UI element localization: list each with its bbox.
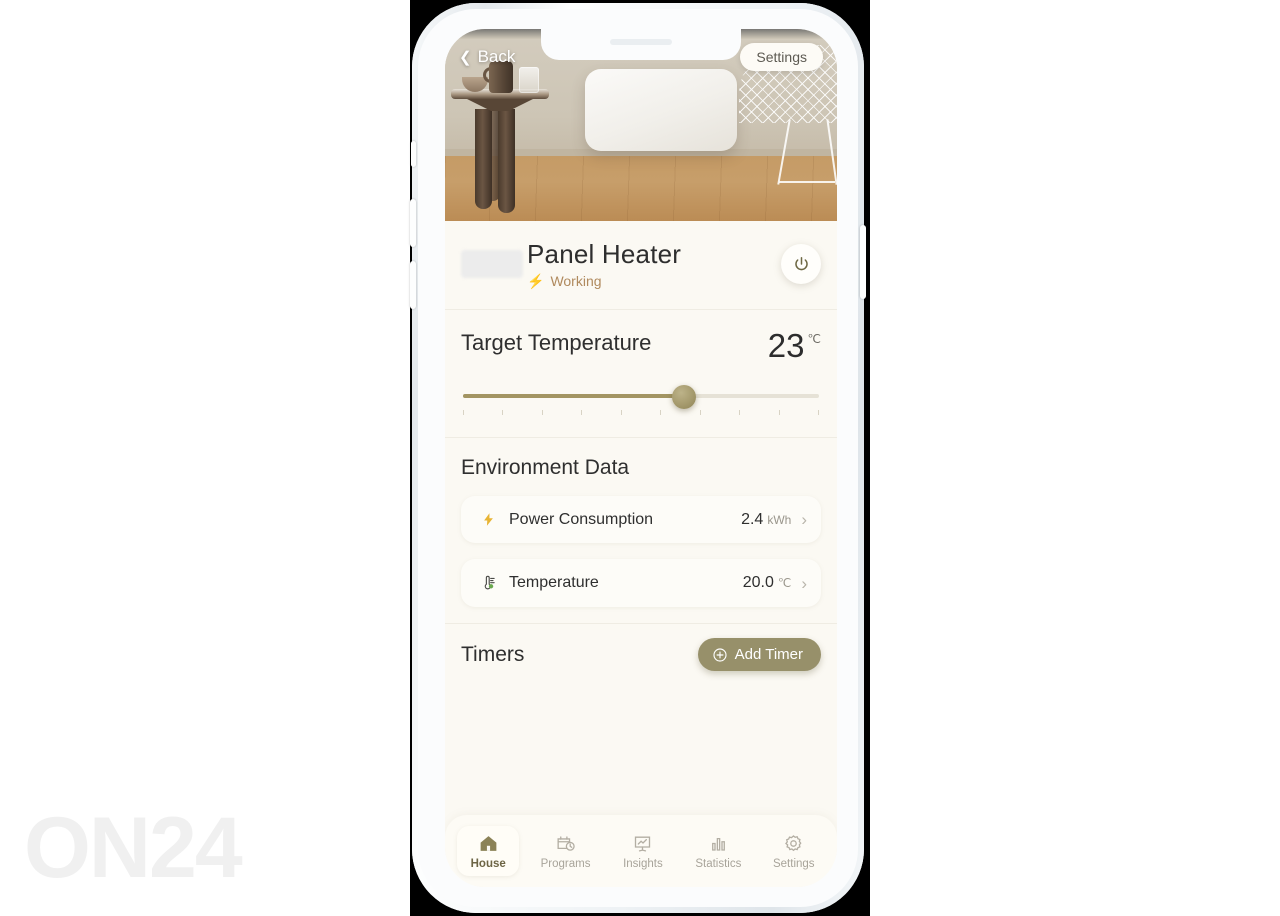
slider-tick bbox=[660, 410, 662, 416]
slider-tick bbox=[739, 410, 741, 416]
target-temperature-section: Target Temperature 23 ℃ bbox=[445, 310, 837, 437]
slider-tick bbox=[581, 410, 583, 416]
power-icon bbox=[794, 256, 808, 270]
drinking-glass bbox=[519, 67, 539, 93]
side-table-leg bbox=[498, 109, 515, 213]
hero-settings-label: Settings bbox=[756, 49, 807, 65]
calendar-clock-icon bbox=[557, 836, 575, 851]
device-status-label: Working bbox=[550, 273, 602, 289]
target-temperature-slider[interactable] bbox=[461, 385, 821, 416]
presentation-chart-icon bbox=[635, 836, 651, 852]
slider-ticks bbox=[463, 410, 819, 416]
environment-row-unit: kWh bbox=[767, 512, 792, 527]
device-meta: Panel Heater ⚡ Working bbox=[527, 239, 781, 289]
slider-tick bbox=[502, 410, 504, 416]
gear-icon bbox=[785, 835, 802, 852]
target-temperature-readout: 23 ℃ bbox=[767, 327, 821, 364]
tab-statistics[interactable]: Statistics bbox=[686, 826, 750, 876]
home-icon bbox=[480, 836, 497, 851]
slider-tick bbox=[699, 410, 701, 416]
watermark-text: ON24 bbox=[24, 800, 243, 896]
tab-insights[interactable]: Insights bbox=[612, 826, 674, 876]
tab-label: Statistics bbox=[695, 858, 742, 870]
slider-tick bbox=[463, 410, 464, 416]
panel-heater-product bbox=[585, 69, 737, 151]
environment-row-value: 2.4 bbox=[741, 510, 764, 528]
timers-title: Timers bbox=[461, 642, 525, 666]
device-name: Panel Heater bbox=[527, 239, 682, 269]
environment-data-title: Environment Data bbox=[461, 456, 630, 480]
target-temperature-value: 23 bbox=[767, 327, 805, 364]
device-detail-content: Panel Heater ⚡ Working Target Temperatur… bbox=[445, 221, 837, 887]
phone-mockup: ❮ Back Settings Panel Heater ⚡ Working T… bbox=[410, 3, 866, 913]
tab-label: Insights bbox=[623, 858, 663, 870]
slider-tick bbox=[541, 410, 543, 416]
power-toggle-button[interactable] bbox=[781, 244, 821, 284]
timers-section: Timers Add Timer bbox=[445, 624, 837, 689]
brand-logo-placeholder bbox=[461, 250, 523, 278]
environment-row-label: Temperature bbox=[509, 574, 599, 592]
tab-label: House bbox=[470, 858, 506, 870]
tab-label: Settings bbox=[772, 858, 815, 870]
hero-settings-button[interactable]: Settings bbox=[740, 43, 823, 71]
thermometer-icon bbox=[475, 573, 501, 593]
slider-tick bbox=[817, 410, 819, 416]
wire-chair-leg bbox=[779, 181, 835, 183]
phone-screen: ❮ Back Settings Panel Heater ⚡ Working T… bbox=[445, 29, 837, 887]
mute-switch-button[interactable] bbox=[411, 141, 416, 167]
wire-chair-leg bbox=[826, 119, 837, 185]
volume-up-button[interactable] bbox=[410, 199, 416, 247]
lightning-bolt-icon: ⚡ bbox=[527, 273, 545, 289]
earpiece-speaker-icon bbox=[610, 39, 672, 45]
slider-thumb[interactable] bbox=[672, 385, 697, 410]
lightning-bolt-icon bbox=[475, 510, 501, 529]
tab-house[interactable]: House bbox=[457, 826, 520, 876]
target-temperature-unit: ℃ bbox=[807, 332, 821, 346]
bottom-tab-bar: House Programs Insights Statistics Setti… bbox=[445, 815, 837, 887]
wire-chair-leg bbox=[777, 119, 791, 185]
bar-chart-icon bbox=[711, 837, 725, 851]
side-power-button[interactable] bbox=[860, 225, 866, 299]
chevron-right-icon: › bbox=[801, 573, 807, 593]
target-temperature-label: Target Temperature bbox=[461, 330, 652, 355]
device-status: ⚡ Working bbox=[527, 273, 781, 289]
volume-down-button[interactable] bbox=[410, 261, 416, 309]
chevron-right-icon: › bbox=[801, 510, 807, 530]
notch bbox=[541, 29, 741, 60]
environment-row-unit: ℃ bbox=[777, 576, 792, 591]
tab-programs[interactable]: Programs bbox=[532, 826, 600, 876]
tab-label: Programs bbox=[540, 858, 591, 870]
slider-tick bbox=[620, 410, 622, 416]
back-button[interactable]: ❮ Back bbox=[459, 47, 515, 67]
side-table-leg bbox=[475, 109, 492, 209]
target-temperature-header: Target Temperature 23 ℃ bbox=[461, 327, 821, 364]
add-timer-label: Add Timer bbox=[734, 646, 803, 664]
chevron-left-icon: ❮ bbox=[459, 48, 472, 66]
environment-row-value: 20.0 bbox=[742, 574, 774, 592]
slider-fill bbox=[463, 394, 687, 399]
device-header: Panel Heater ⚡ Working bbox=[445, 221, 837, 309]
environment-row-power-consumption[interactable]: Power Consumption 2.4 kWh › bbox=[461, 496, 821, 544]
environment-data-section: Environment Data Power Consumption 2.4 k… bbox=[445, 438, 837, 623]
on24-watermark: ON24 bbox=[8, 802, 258, 894]
slider-tick bbox=[778, 410, 780, 416]
tab-settings[interactable]: Settings bbox=[763, 826, 825, 876]
environment-row-temperature[interactable]: Temperature 20.0 ℃ › bbox=[461, 559, 821, 608]
back-button-label: Back bbox=[477, 47, 516, 66]
plus-circle-icon bbox=[713, 648, 727, 662]
add-timer-button[interactable]: Add Timer bbox=[697, 638, 821, 672]
environment-row-label: Power Consumption bbox=[509, 510, 654, 528]
